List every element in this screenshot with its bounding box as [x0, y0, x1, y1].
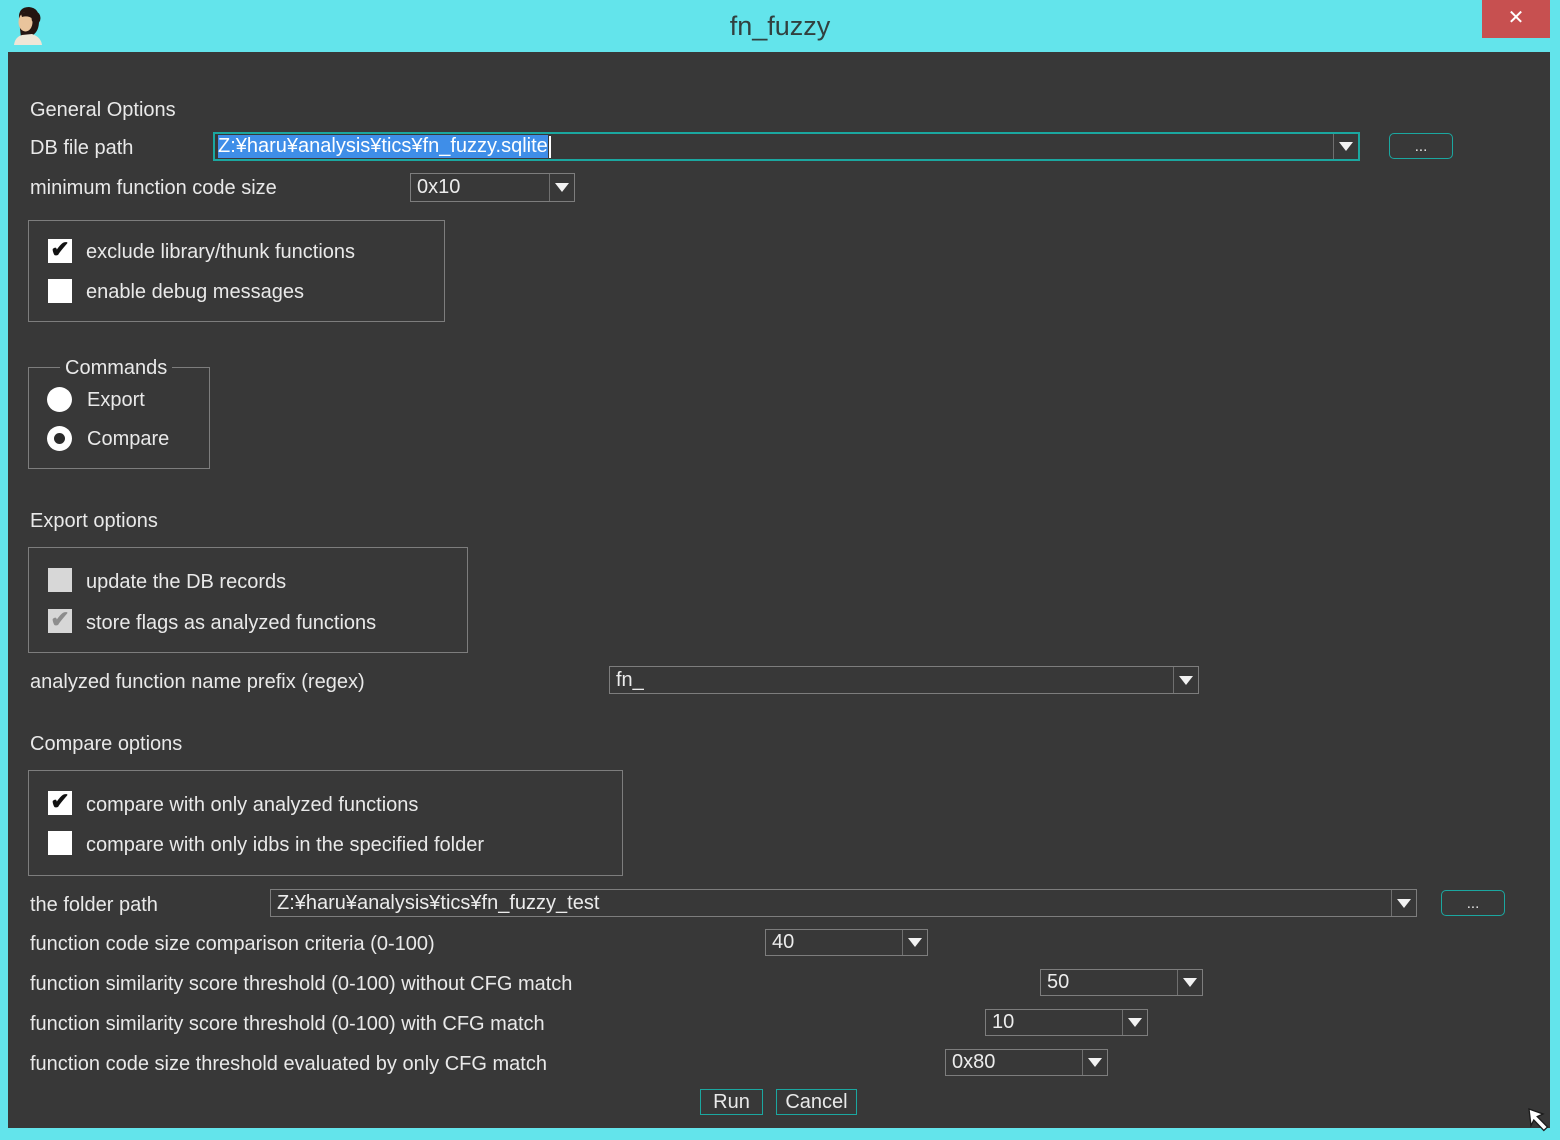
chevron-down-icon: [1339, 142, 1353, 151]
prefix-label: analyzed function name prefix (regex): [30, 670, 365, 695]
dialog-window: fn_fuzzy ✕ General Options DB file path …: [0, 0, 1560, 1140]
mouse-cursor: [1526, 1106, 1556, 1140]
run-button[interactable]: Run: [700, 1089, 763, 1115]
db-file-path-combobox[interactable]: Z:¥haru¥analysis¥tics¥fn_fuzzy.sqlite: [213, 132, 1360, 161]
similarity-cfg-dropdown-button[interactable]: [1122, 1010, 1147, 1035]
checkbox-store-flags-label: store flags as analyzed functions: [86, 611, 376, 636]
checkbox-enable-debug-label: enable debug messages: [86, 280, 304, 305]
prefix-value[interactable]: fn_: [610, 667, 1173, 693]
db-file-path-dropdown-button[interactable]: [1333, 134, 1358, 159]
similarity-cfg-label: function similarity score threshold (0-1…: [30, 1012, 545, 1037]
chevron-down-icon: [908, 938, 922, 947]
titlebar[interactable]: fn_fuzzy ✕: [0, 0, 1560, 52]
similarity-no-cfg-dropdown-button[interactable]: [1177, 970, 1202, 995]
radio-compare-label: Compare: [87, 427, 169, 452]
min-code-size-value[interactable]: 0x10: [411, 174, 549, 201]
similarity-cfg-value[interactable]: 10: [986, 1010, 1122, 1035]
min-code-size-combobox[interactable]: 0x10: [410, 173, 575, 202]
radio-export[interactable]: [47, 387, 72, 412]
prefix-dropdown-button[interactable]: [1173, 667, 1198, 693]
code-size-cfg-dropdown-button[interactable]: [1082, 1050, 1107, 1075]
similarity-cfg-combobox[interactable]: 10: [985, 1009, 1148, 1036]
commands-groupbox: [28, 367, 210, 469]
close-icon: ✕: [1508, 7, 1525, 29]
similarity-no-cfg-value[interactable]: 50: [1041, 970, 1177, 995]
selected-text: Z:¥haru¥analysis¥tics¥fn_fuzzy.sqlite: [218, 135, 548, 158]
chevron-down-icon: [1179, 676, 1193, 685]
code-size-cfg-label: function code size threshold evaluated b…: [30, 1052, 547, 1077]
export-checkbox-group: [28, 547, 468, 653]
close-button[interactable]: ✕: [1482, 0, 1550, 38]
db-path-browse-button[interactable]: ...: [1389, 133, 1453, 159]
folder-path-combobox[interactable]: Z:¥haru¥analysis¥tics¥fn_fuzzy_test: [270, 889, 1417, 917]
folder-path-label: the folder path: [30, 893, 158, 918]
code-size-cfg-combobox[interactable]: 0x80: [945, 1049, 1108, 1076]
folder-path-browse-button[interactable]: ...: [1441, 890, 1505, 916]
heading-compare-options: Compare options: [30, 732, 182, 757]
checkbox-compare-analyzed-label: compare with only analyzed functions: [86, 793, 418, 818]
cancel-button[interactable]: Cancel: [776, 1089, 857, 1115]
db-file-path-value[interactable]: Z:¥haru¥analysis¥tics¥fn_fuzzy.sqlite: [215, 134, 1333, 159]
prefix-combobox[interactable]: fn_: [609, 666, 1199, 694]
general-checkbox-group: [28, 220, 445, 322]
chevron-down-icon: [1183, 978, 1197, 987]
window-title: fn_fuzzy: [0, 0, 1560, 52]
commands-legend: Commands: [60, 356, 172, 380]
folder-path-value[interactable]: Z:¥haru¥analysis¥tics¥fn_fuzzy_test: [271, 890, 1391, 916]
checkbox-exclude-library-thunk[interactable]: [48, 239, 72, 263]
compare-checkbox-group: [28, 770, 623, 876]
code-size-criteria-combobox[interactable]: 40: [765, 929, 928, 956]
chevron-down-icon: [1128, 1018, 1142, 1027]
heading-export-options: Export options: [30, 509, 158, 534]
code-size-cfg-value[interactable]: 0x80: [946, 1050, 1082, 1075]
woman-portrait-icon[interactable]: [12, 4, 44, 48]
checkbox-compare-idbs[interactable]: [48, 831, 72, 855]
checkbox-update-db-records-label: update the DB records: [86, 570, 286, 595]
code-size-criteria-value[interactable]: 40: [766, 930, 902, 955]
code-size-criteria-dropdown-button[interactable]: [902, 930, 927, 955]
min-code-size-label: minimum function code size: [30, 176, 277, 201]
db-file-path-label: DB file path: [30, 136, 133, 161]
min-code-size-dropdown-button[interactable]: [549, 174, 574, 201]
checkbox-enable-debug[interactable]: [48, 279, 72, 303]
chevron-down-icon: [555, 183, 569, 192]
similarity-no-cfg-combobox[interactable]: 50: [1040, 969, 1203, 996]
checkbox-compare-idbs-label: compare with only idbs in the specified …: [86, 833, 484, 858]
checkbox-exclude-library-thunk-label: exclude library/thunk functions: [86, 240, 355, 265]
code-size-criteria-label: function code size comparison criteria (…: [30, 932, 435, 957]
chevron-down-icon: [1397, 899, 1411, 908]
chevron-down-icon: [1088, 1058, 1102, 1067]
checkbox-store-flags[interactable]: [48, 609, 72, 633]
similarity-no-cfg-label: function similarity score threshold (0-1…: [30, 972, 572, 997]
radio-compare[interactable]: [47, 426, 72, 451]
text-caret: [549, 136, 551, 158]
checkbox-compare-analyzed[interactable]: [48, 791, 72, 815]
heading-general-options: General Options: [30, 98, 176, 123]
radio-export-label: Export: [87, 388, 145, 413]
folder-path-dropdown-button[interactable]: [1391, 890, 1416, 916]
checkbox-update-db-records[interactable]: [48, 568, 72, 592]
